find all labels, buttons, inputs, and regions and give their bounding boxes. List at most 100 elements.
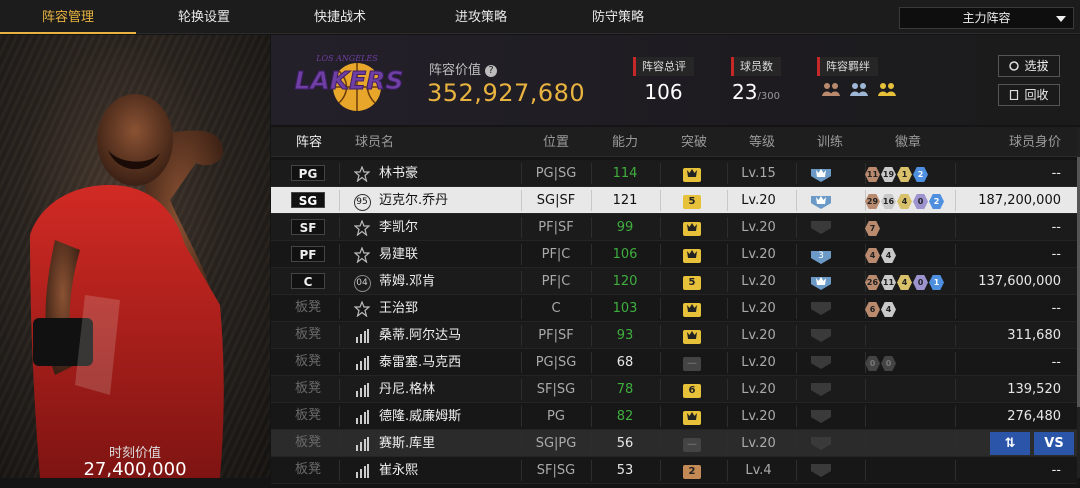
col-player-worth[interactable]: 球员身价 — [1009, 127, 1061, 157]
player-name[interactable]: 丹尼.格林 — [379, 376, 435, 403]
col-slot[interactable]: 阵容 — [296, 127, 322, 157]
training-cell[interactable] — [811, 295, 847, 322]
col-position[interactable]: 位置 — [543, 127, 569, 157]
player-rank-cell: 04 — [351, 268, 373, 295]
column-divider — [339, 298, 340, 319]
col-player-name[interactable]: 球员名 — [355, 127, 394, 157]
moment-value: 27,400,000 — [83, 459, 187, 478]
col-badges[interactable]: 徽章 — [895, 127, 921, 157]
tab-quick-tactics[interactable]: 快捷战术 — [272, 0, 408, 34]
badges-cell[interactable]: 29 16 4 0 2 — [865, 187, 955, 214]
table-row[interactable]: C 04 蒂姆.邓肯 PF|C 120 5 Lv.20 26 11 4 0 1 137,600,000 — [271, 268, 1077, 295]
bond-icons[interactable] — [821, 81, 900, 101]
badges-cell[interactable]: 44 — [865, 241, 955, 268]
breakthrough-level-badge: 5 — [683, 195, 701, 209]
breakthrough-cell[interactable] — [671, 295, 715, 322]
swap-button[interactable]: ⇅ — [990, 432, 1030, 455]
training-cell[interactable] — [811, 376, 847, 403]
table-row[interactable]: 板凳 桑蒂.阿尔达马 PF|SF 93 Lv.20 311,680 — [271, 322, 1077, 349]
badges-cell[interactable]: 64 — [865, 295, 955, 322]
table-row[interactable]: SG 95 迈克尔.乔丹 SG|SF 121 5 Lv.20 29 16 4 0 2 187,200,0… — [271, 187, 1077, 214]
breakthrough-cell[interactable] — [671, 241, 715, 268]
breakthrough-cell[interactable] — [671, 322, 715, 349]
badge-hexagon-icon: 4 — [881, 302, 896, 317]
player-name[interactable]: 迈克尔.乔丹 — [379, 187, 448, 214]
training-cell[interactable] — [811, 214, 847, 241]
table-row[interactable]: 板凳 丹尼.格林 SF|SG 78 6 Lv.20 139,520 — [271, 376, 1077, 403]
breakthrough-cell[interactable] — [671, 160, 715, 187]
badges-cell[interactable] — [865, 403, 955, 430]
badges-cell[interactable] — [865, 457, 955, 484]
column-divider — [339, 163, 340, 184]
table-row[interactable]: 板凳 王治郅 C 103 Lv.20 6 4 -- — [271, 295, 1077, 322]
badges-cell[interactable]: 7 — [865, 214, 955, 241]
player-rank-cell — [351, 457, 373, 484]
player-name[interactable]: 泰雷塞.马克西 — [379, 349, 461, 376]
breakthrough-cell[interactable]: — — [671, 430, 715, 457]
breakthrough-cell[interactable] — [671, 403, 715, 430]
lineup-slot: C — [291, 273, 325, 289]
table-row[interactable]: 板凳 崔永熙 SF|SG 53 2 Lv.4 -- — [271, 457, 1077, 484]
training-cell[interactable] — [811, 268, 847, 295]
tab-rotation-settings[interactable]: 轮换设置 — [136, 0, 272, 34]
player-name[interactable]: 德隆.威廉姆斯 — [379, 403, 461, 430]
breakthrough-cell[interactable]: 6 — [671, 376, 715, 403]
badges-cell[interactable]: 26 11 4 0 1 — [865, 268, 955, 295]
breakthrough-cell[interactable]: 5 — [671, 268, 715, 295]
table-row[interactable]: 板凳 泰雷塞.马克西 PG|SG 68 — Lv.20 0 0 -- — [271, 349, 1077, 376]
training-cell[interactable] — [811, 457, 847, 484]
training-cell[interactable] — [811, 430, 847, 457]
badges-cell[interactable]: 00 — [865, 349, 955, 376]
scout-button[interactable]: 选拔 — [998, 55, 1060, 77]
player-name[interactable]: 赛斯.库里 — [379, 430, 435, 457]
help-icon[interactable]: ? — [485, 65, 498, 77]
col-training[interactable]: 训练 — [817, 127, 843, 157]
badges-cell[interactable] — [865, 322, 955, 349]
table-row[interactable]: 板凳 德隆.威廉姆斯 PG 82 Lv.20 276,480 — [271, 403, 1077, 430]
vs-compare-button[interactable]: VS — [1034, 432, 1074, 455]
badge-hexagon-icon: 4 — [897, 275, 912, 290]
training-cell[interactable]: 3 — [811, 241, 847, 268]
table-row[interactable]: SF 李凯尔 PF|SF 99 Lv.20 7 -- — [271, 214, 1077, 241]
player-rank-cell: 95 — [351, 187, 373, 214]
breakthrough-cell[interactable]: — — [671, 349, 715, 376]
col-level[interactable]: 等级 — [749, 127, 775, 157]
player-level: Lv.20 — [741, 409, 776, 424]
bond-bronze-icon[interactable] — [821, 81, 841, 101]
tab-lineup-management[interactable]: 阵容管理 — [0, 0, 136, 34]
badges-cell[interactable] — [865, 376, 955, 403]
player-name[interactable]: 李凯尔 — [379, 214, 418, 241]
col-breakthrough[interactable]: 突破 — [681, 127, 707, 157]
lineup-select[interactable]: 主力阵容 — [899, 7, 1074, 29]
training-cell[interactable] — [811, 322, 847, 349]
bond-silver-icon[interactable] — [849, 81, 869, 101]
breakthrough-cell[interactable]: 2 — [671, 457, 715, 484]
training-cell[interactable] — [811, 349, 847, 376]
column-divider — [660, 163, 661, 184]
bond-gold-icon[interactable] — [877, 81, 897, 101]
recall-button[interactable]: 回收 — [998, 84, 1060, 106]
breakthrough-cell[interactable] — [671, 214, 715, 241]
training-cell[interactable] — [811, 187, 847, 214]
player-name[interactable]: 桑蒂.阿尔达马 — [379, 322, 461, 349]
player-name[interactable]: 王治郅 — [379, 295, 418, 322]
player-name[interactable]: 蒂姆.邓肯 — [379, 268, 435, 295]
table-row[interactable]: PF 易建联 PF|C 106 Lv.20 3 4 4 -- — [271, 241, 1077, 268]
player-name[interactable]: 易建联 — [379, 241, 418, 268]
badges-cell[interactable] — [865, 430, 955, 457]
training-cell[interactable] — [811, 160, 847, 187]
player-worth: -- — [1051, 301, 1061, 316]
signal-bars-icon — [355, 437, 369, 455]
breakthrough-cell[interactable]: 5 — [671, 187, 715, 214]
player-name[interactable]: 崔永熙 — [379, 457, 418, 484]
tab-offense-strategy[interactable]: 进攻策略 — [413, 0, 549, 34]
table-row[interactable]: 板凳 赛斯.库里 SG|PG 56 — Lv.20 ⇅ VS — [271, 430, 1077, 457]
tab-defense-strategy[interactable]: 防守策略 — [550, 0, 686, 34]
col-rating[interactable]: 能力 — [612, 127, 638, 157]
column-divider — [955, 190, 956, 211]
lineup-slot: 板凳 — [294, 300, 321, 315]
badges-cell[interactable]: 11 19 1 2 — [865, 160, 955, 187]
training-cell[interactable] — [811, 403, 847, 430]
table-row[interactable]: PG 林书豪 PG|SG 114 Lv.15 11 19 1 2 -- — [271, 160, 1077, 187]
player-name[interactable]: 林书豪 — [379, 160, 418, 187]
